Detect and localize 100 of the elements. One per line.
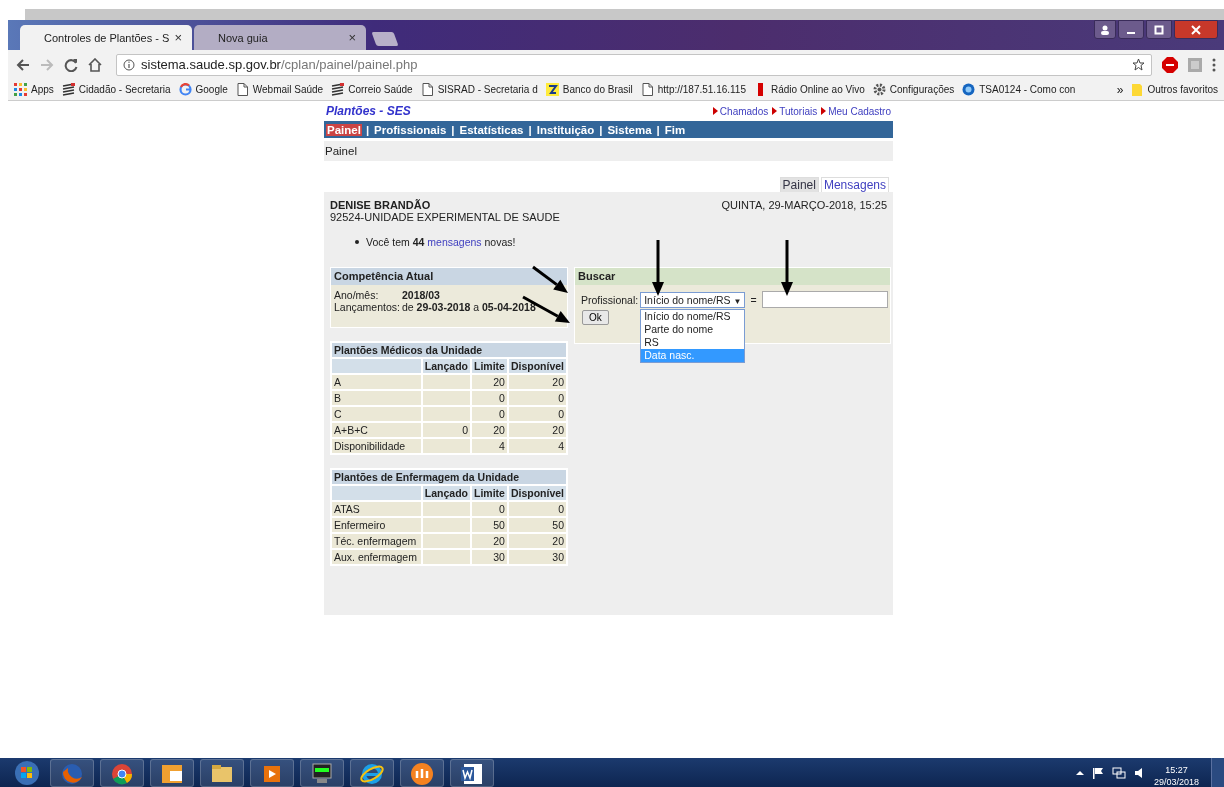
arrow [532,265,568,293]
taskbar-button[interactable] [300,759,344,787]
menu-icon[interactable] [1212,57,1216,72]
striped-flag-icon [331,83,345,96]
apps-grid-icon [14,83,27,96]
bank-logo-icon [545,83,559,96]
date-text: QUINTA, 29-MARÇO-2018, 15:25 [721,199,887,213]
minimize-button[interactable] [1118,20,1144,39]
back-icon[interactable] [16,57,30,72]
page-tab[interactable]: Mensagens [820,177,889,192]
bookmark[interactable]: Configurações [872,83,955,96]
header-link[interactable]: Chamados [712,105,769,117]
ok-button[interactable]: Ok [582,310,609,325]
nav-link[interactable]: Fim [663,123,687,136]
gear-icon [872,83,886,96]
nav-separator: | [528,123,532,136]
bullet-icon [355,240,359,244]
taskbar-button[interactable] [250,759,294,787]
taskbar-button[interactable] [100,759,144,787]
bookmark[interactable]: Banco do Brasil [545,83,633,96]
bookmark[interactable]: http://187.51.16.115 [640,83,746,96]
reload-icon[interactable] [64,57,78,72]
nav-link[interactable]: Painel [326,123,362,136]
search-input[interactable] [761,291,888,308]
page-icon [235,83,249,96]
field-label: Profissional: [581,293,639,306]
field-value: 2018/03 [402,289,441,301]
unit-name: 92524-UNIDADE EXPERIMENTAL DE SAUDE [330,211,560,223]
triangle-icon [712,107,718,115]
star-icon[interactable] [1132,58,1145,71]
google-icon [178,83,192,96]
breadcrumb: Painel [325,145,357,157]
dropdown-option[interactable]: Parte do nome [641,322,745,336]
globe-icon [962,83,976,96]
close-button[interactable] [1174,20,1218,39]
bookmark[interactable]: Cidadão - Secretaria [61,83,171,96]
info-icon[interactable] [123,58,135,71]
bars-logo-icon [408,760,436,787]
nav-separator: | [451,123,455,136]
taskbar-button[interactable] [400,759,444,787]
triangle-icon [821,107,827,115]
clock[interactable]: 15:27 29/03/2018 [1153,758,1199,787]
show-hidden-icon[interactable] [1075,769,1084,777]
nav-link[interactable]: Profissionais [373,123,448,136]
nav-link[interactable]: Instituição [535,123,596,136]
page-tab[interactable]: Painel [779,177,819,192]
triangle-icon [772,107,778,115]
link[interactable]: mensagens [427,236,482,248]
header-link[interactable]: Tutoriais [772,105,818,117]
close-icon[interactable]: × [174,30,182,45]
close-icon [1191,24,1201,35]
field-label: Lançamentos: [334,301,401,313]
bookmark[interactable]: Rádio Online ao Vivo [754,83,865,96]
nav-separator: | [656,123,660,136]
new-tab-button[interactable] [371,32,399,46]
start-orb-icon [13,759,41,787]
page-icon [640,83,654,96]
arrow [652,240,664,296]
bookmark[interactable]: Google [178,83,228,96]
browser-tab[interactable]: Nova guia × [194,25,366,50]
dropdown-option[interactable]: Início do nome/RS [641,309,745,323]
dropdown-option[interactable]: RS [641,335,745,349]
home-icon[interactable] [88,57,102,72]
flag-icon[interactable] [1091,767,1104,779]
nav-link[interactable]: Estatísticas [458,123,525,136]
page-icon [420,83,434,96]
equals-sign: = [750,293,757,306]
table-title: Plantões Médicos da Unidade [331,342,567,358]
address-bar[interactable]: sistema.saude.sp.gov.br/cplan/painel/painel.php [116,53,1152,76]
bookmark[interactable]: Apps [14,83,54,96]
taskbar-button[interactable] [450,759,494,787]
bookmark[interactable]: Correio Saúde [331,83,413,96]
bookmark[interactable]: SISRAD - Secretaria d [420,83,538,96]
network-icon[interactable] [1111,767,1126,779]
header-link[interactable]: Meu Cadastro [821,105,891,117]
bookmark[interactable]: Webmail Saúde [235,83,324,96]
adblock-icon[interactable] [1162,56,1178,73]
minimize-icon [1127,31,1135,34]
nav-link[interactable]: Sistema [606,123,653,136]
site-title: Plantões - SES [326,104,411,118]
dropdown[interactable]: Início do nome/RS ▼ [640,291,746,308]
browser-tab[interactable]: Controles de Plantões - S × [20,25,192,50]
overflow-chevron[interactable]: » [1116,82,1124,97]
caret-icon: ▼ [733,296,742,306]
taskbar-button[interactable] [150,759,194,787]
striped-flag-icon [61,83,75,96]
profile-icon[interactable] [1094,20,1116,39]
folder-icon [1131,82,1144,97]
bookmark-folder[interactable]: Outros favoritos [1131,82,1218,97]
taskbar-button[interactable] [200,759,244,787]
maximize-button[interactable] [1146,20,1172,39]
panel-title: Competência Atual [331,268,567,285]
close-icon[interactable]: × [348,30,356,45]
table-title: Plantões de Enfermagem da Unidade [331,469,567,485]
panel-title: Buscar [575,268,890,285]
nav-separator: | [599,123,603,136]
message-text: Você tem 44 mensagens novas! [366,236,516,248]
url-text: sistema.saude.sp.gov.br/cplan/painel/painel.php [141,57,418,72]
taskbar-button[interactable] [350,759,394,787]
bookmark[interactable]: TSA0124 - Como con [962,83,1076,96]
